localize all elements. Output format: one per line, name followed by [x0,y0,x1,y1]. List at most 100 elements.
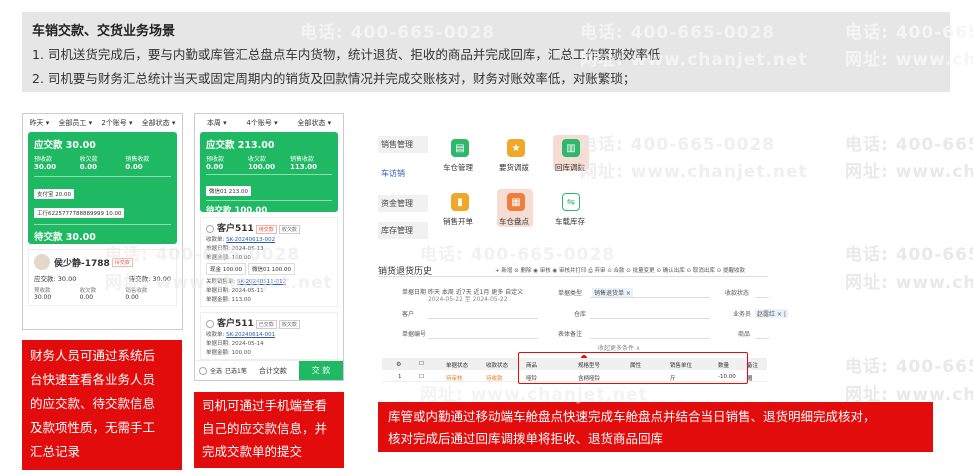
row-status: 待审核 [446,376,463,382]
stat-label: 预收款 [34,156,53,163]
menu-funds[interactable]: 资金管理 [378,195,428,212]
col-header: 备注 [747,363,759,369]
caption-line: 的应交款、待交款信息 [30,396,156,411]
app-label: 销售开单 [443,217,473,226]
return-transfer-icon[interactable]: ▥ [562,139,580,157]
receipt-label: 收款状态 [725,290,750,297]
driver-caption: 司机可通过手机端查看 自己的应交款信息，并 完成交款单的提交 [194,392,344,468]
van-stock-icon[interactable]: ⇋ [562,193,580,211]
payment-chip: 微信01 213.00 [206,186,251,196]
van-stocktake-icon[interactable]: ▦ [507,193,525,211]
doc-amount: 单据金额: 100.00 [206,350,251,356]
app-label: 车仓盘点 [499,217,529,226]
finance-caption: 财务人员可通过系统后 台快速查看各业务人员 的应交款、待交款信息 及款项性质，无… [22,340,182,470]
doc-link[interactable]: SK-20240613-002 [226,237,275,243]
sales-doc-link[interactable]: SK-20240511-012 [237,279,286,285]
van-warehouse-icon[interactable]: ▤ [451,139,469,157]
select-all-label[interactable]: 全选 [210,366,222,375]
avatar [34,254,50,270]
summary-card: 应交款 213.00 预收款 收欠款 销售收款 0.00 100.00 113.… [200,132,338,216]
select-radio[interactable] [206,225,214,233]
submit-payment-button[interactable]: 交 款 [299,361,343,380]
stat-value: 0.00 [206,163,224,171]
mini-value: 0.00 [79,294,94,301]
stat-label: 预收款 [206,156,225,163]
filter-date[interactable]: 昨天 ▾ [30,118,50,128]
watermark-site: 网址: www.chanjet.net [580,162,808,182]
stat-label: 收欠款 [248,156,267,163]
type-badge: 收欠款 [278,320,300,329]
collapse-filters-link[interactable]: 收起更多条件 ∧ [598,343,640,352]
salesperson-select[interactable]: 赵露红 × | [755,309,788,318]
watermark-site: 网址: www.chanjet.net [845,162,973,182]
select-all-radio[interactable] [199,366,207,375]
stat-value: 113.00 [290,163,318,171]
app-label: 回库调拨 [555,163,585,172]
memo-label: 表体备注 [558,331,583,338]
scenario-banner: 车销交款、交货业务场景 1. 司机送货完成后，要与内勤或库管汇总盘点车内货物，统… [22,12,950,92]
doc-label: 收款单: [206,237,225,243]
filter-date[interactable]: 本周 ▾ [207,118,227,128]
action-footer: 全选 已选1笔 合计交款 交 款 [195,360,343,380]
customer-card[interactable]: 客户511 待交款 收欠款 收款单: SK-20240613-002 单据日期: 2… [200,217,338,307]
highlight-box [518,352,748,384]
total-label: 合计交款 [258,366,287,375]
doc-date: 单据日期: 2024-05-13 [206,246,264,252]
driver-phone-screen: 本周 ▾ 4个账号 ▾ 全部状态 ▾ 应交款 213.00 预收款 收欠款 销售… [194,113,344,381]
menu-van-sales[interactable]: 车访销 [378,165,428,182]
filter-account[interactable]: 4个账号 ▾ [246,118,277,128]
date-range[interactable]: 2024-05-22 至 2024-05-22 [428,294,508,303]
filter-status[interactable]: 全部状态 ▾ [297,118,331,128]
date-label: 单据日期 [402,289,427,296]
stat-value: 0.00 [125,163,143,171]
type-label: 单据类型 [558,290,583,297]
app-label: 车载库存 [555,217,585,226]
stat-labels: 预收款 收欠款 销售收款 [34,154,171,163]
sales-order-icon[interactable]: ▮ [451,193,469,211]
filter-account[interactable]: 2个账号 ▾ [101,118,132,128]
product-label: 商品 [738,331,751,338]
col-header: 收款状态 [486,363,509,369]
payment-chip: 现金 100.00 [206,263,246,275]
filter-bar: 本周 ▾ 4个账号 ▾ 全部状态 ▾ [195,114,343,132]
banner-item: 2. 司机要与财务汇总统计当天或固定周期内的销货及回款情况并完成交账核对，财务对… [32,71,636,86]
summary-card: 应交款 30.00 预收款 收欠款 销售收款 30.00 0.00 0.00 支… [28,132,177,244]
filter-staff[interactable]: 全部员工 ▾ [58,118,92,128]
settings-icon[interactable]: ⚙ [396,361,401,368]
app-label: 车仓管理 [443,163,473,172]
salesperson-label: 业务员 [733,311,752,318]
type-select[interactable]: 销售退货单 × [592,288,633,297]
customer-card[interactable]: 客户511 已交款 收欠款 收款单: SK-20240614-001 单据日期: 2… [200,312,338,360]
caption-line: 司机可通过手机端查看 [202,398,328,413]
caption-line: 财务人员可通过系统后 [30,348,156,363]
caption-line: 台快速查看各业务人员 [30,372,156,387]
request-transfer-icon[interactable]: ★ [507,139,525,157]
customer-label: 客户 [402,311,415,318]
status-badge: 待交款 [111,257,133,267]
filter-status[interactable]: 全部状态 ▾ [142,118,176,128]
row-checkbox[interactable]: ☐ [419,374,424,380]
customer-name: 侯少静-1788 [54,258,110,269]
customer-card[interactable]: 侯少静-1788 待交款 应交款: 30.00 待交款: 30.00 预收款 收… [28,249,177,306]
stat-label: 收欠款 [79,156,98,163]
select-radio[interactable] [206,320,214,328]
mini-value: 30.00 [34,294,52,301]
banner-item: 1. 司机送货完成后，要与内勤或库管汇总盘点车内货物，统计退货、拒收的商品并完成… [32,47,661,62]
watermark-phone: 电话: 400-665-0028 [420,245,616,265]
pending-amount: 待交款 100.00 [206,206,268,216]
doc-amount: 单据金额: 113.00 [206,297,251,303]
caption-line: 核对完成后通过回库调拨单将拒收、退货商品回库 [388,431,664,446]
doc-link[interactable]: SK-20240614-001 [226,332,275,338]
menu-sales[interactable]: 销售管理 [378,136,428,153]
watermark-phone: 电话: 400-665-0028 [580,135,776,155]
doc-date: 单据日期: 2024-05-14 [206,341,264,347]
toolbar[interactable]: + 新增 ⊘ 删除 ◉ 审核 ◉ 审核并打印 ⎙ 弃审 ⊙ 合款 ⊙ 批量变更 … [495,266,745,275]
mini-label: 销售收款 [125,288,148,294]
col-checkbox[interactable]: ☐ [419,361,424,367]
menu-inventory[interactable]: 库存管理 [378,222,428,239]
row-index: 1 [398,374,402,380]
caption-line: 汇总记录 [30,444,81,459]
stat-labels: 预收款 收欠款 销售收款 [206,154,332,163]
payment-chip: 工行6225777788889999 10.00 [34,208,125,218]
due-amount: 应交款 30.00 [34,140,96,151]
